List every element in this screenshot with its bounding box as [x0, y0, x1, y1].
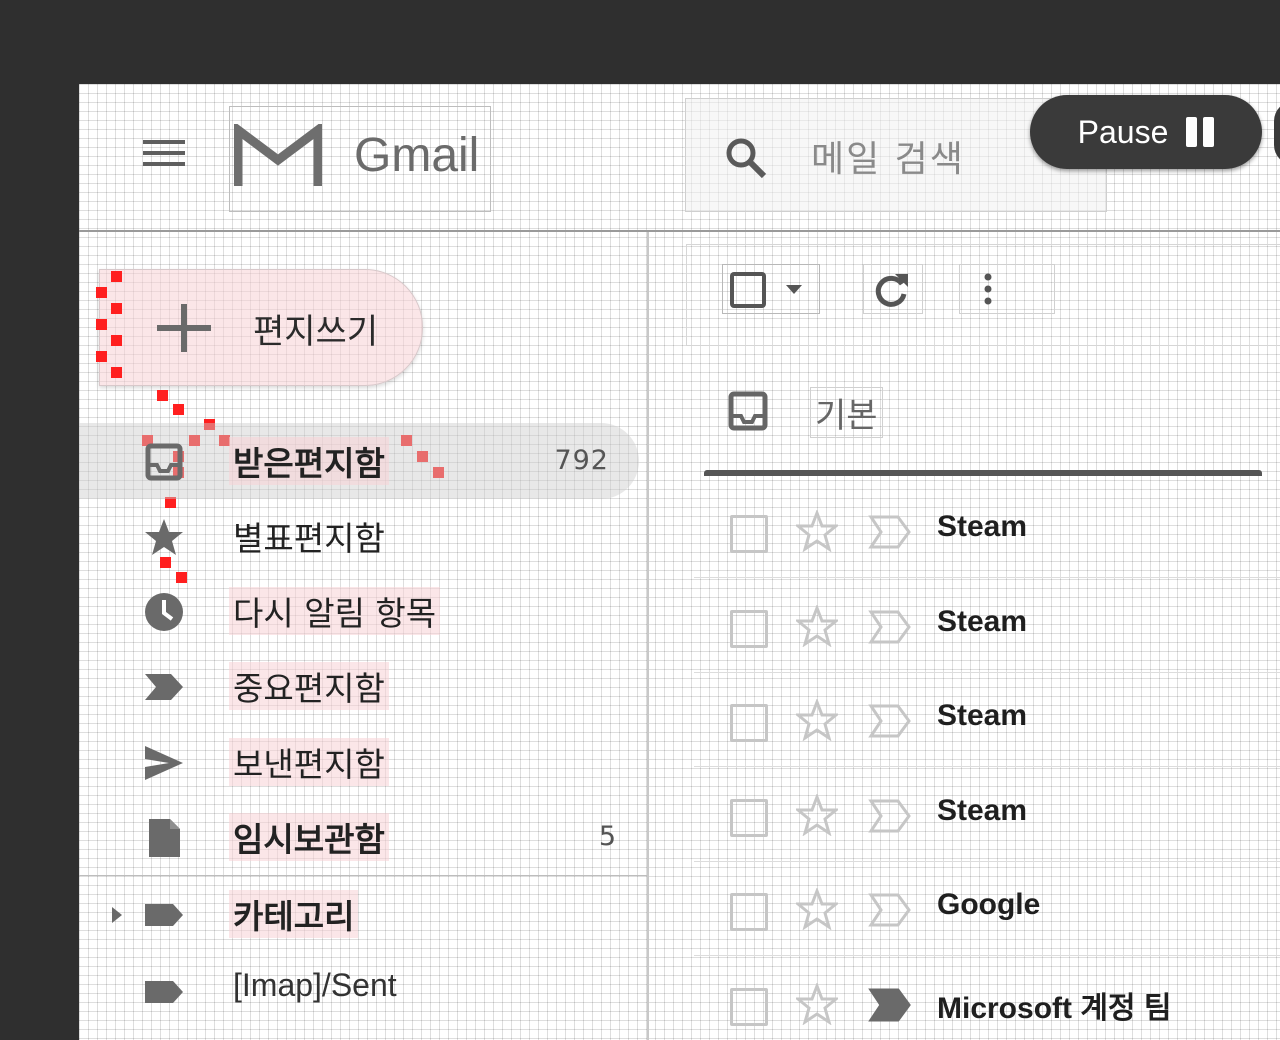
sidebar-item-drafts[interactable]: 임시보관함 5	[79, 799, 647, 875]
row-divider	[694, 861, 1280, 862]
header-divider	[79, 230, 1280, 232]
message-row[interactable]: Steam	[694, 786, 1280, 881]
cursor-trail-marker	[111, 335, 122, 346]
sidebar-item-label: 중요편지함	[229, 662, 389, 710]
sidebar-item-label: 별표편지함	[233, 519, 385, 558]
sidebar-item-inbox[interactable]: 받은편지함 792	[79, 423, 639, 499]
sidebar-item-sent[interactable]: 보낸편지함	[79, 724, 647, 800]
tab-primary[interactable]: 기본	[810, 387, 883, 438]
star-icon[interactable]	[796, 888, 838, 930]
row-checkbox[interactable]	[730, 610, 768, 648]
cursor-trail-marker	[157, 390, 168, 401]
tab-active-indicator	[704, 470, 1262, 476]
row-divider	[694, 577, 1280, 578]
search-icon[interactable]	[724, 136, 768, 180]
cursor-trail-marker	[111, 271, 122, 282]
draft-icon	[149, 819, 180, 857]
important-icon	[145, 674, 183, 700]
sidebar-item-label: [Imap]/Sent	[233, 967, 397, 1003]
star-icon	[145, 519, 183, 555]
row-divider	[694, 672, 1280, 673]
gmail-logo-text[interactable]: Gmail	[354, 128, 479, 183]
sidebar-item-imap-sent[interactable]: [Imap]/Sent	[79, 953, 647, 1029]
refresh-icon	[875, 274, 908, 307]
clock-icon	[145, 593, 183, 631]
sidebar-item-label: 다시 알림 항목	[229, 587, 441, 635]
send-icon	[145, 746, 183, 780]
main-menu-icon[interactable]	[143, 140, 185, 173]
message-row[interactable]: Steam	[694, 502, 1280, 597]
chevron-down-icon[interactable]	[785, 283, 803, 295]
sidebar-item-label: 보낸편지함	[229, 738, 389, 786]
sidebar-item-label: 임시보관함	[229, 813, 389, 861]
sidebar-item-label: 받은편지함	[229, 437, 389, 485]
important-marker-icon[interactable]	[868, 987, 912, 1023]
message-sender: Steam	[937, 699, 1028, 732]
important-marker-icon[interactable]	[868, 892, 912, 928]
star-icon[interactable]	[796, 605, 838, 647]
star-icon[interactable]	[796, 510, 838, 552]
sidebar-item-categories[interactable]: 카테고리	[79, 876, 647, 952]
star-icon[interactable]	[796, 983, 838, 1025]
extra-control-button[interactable]	[1274, 101, 1280, 165]
cursor-trail-marker	[96, 351, 107, 362]
gmail-window: Gmail 메일 검색 Pause 편지쓰기 받은편지함 792 별표편지함 다…	[79, 84, 1280, 1040]
cursor-trail-marker	[173, 404, 184, 415]
compose-button[interactable]: 편지쓰기	[99, 269, 423, 386]
message-sender: Steam	[937, 794, 1028, 827]
row-divider	[694, 766, 1280, 767]
pause-icon	[1186, 117, 1215, 147]
cursor-trail-marker	[96, 319, 107, 330]
inbox-icon	[145, 443, 183, 481]
message-sender: Steam	[937, 605, 1028, 638]
label-icon	[145, 981, 183, 1003]
message-sender: Microsoft 계정 팀	[937, 992, 1172, 1025]
sidebar-item-important[interactable]: 중요편지함	[79, 648, 647, 724]
drafts-count: 5	[598, 821, 617, 852]
gmail-logo-icon[interactable]	[234, 124, 322, 188]
sidebar-item-starred[interactable]: 별표편지함	[79, 498, 647, 574]
refresh-button[interactable]	[863, 264, 923, 314]
row-divider	[694, 955, 1280, 956]
row-checkbox[interactable]	[730, 799, 768, 837]
sidebar-item-label: 카테고리	[229, 890, 359, 938]
compose-label: 편지쓰기	[253, 312, 379, 352]
message-row[interactable]: Steam	[694, 691, 1280, 786]
important-marker-icon[interactable]	[868, 514, 912, 550]
search-input[interactable]: 메일 검색	[811, 130, 965, 182]
message-sender: Steam	[937, 510, 1028, 543]
sidebar-divider	[647, 232, 649, 1040]
row-checkbox[interactable]	[730, 893, 768, 931]
pause-label: Pause	[1077, 113, 1169, 150]
message-row[interactable]: Google	[694, 880, 1280, 975]
important-marker-icon[interactable]	[868, 798, 912, 834]
row-checkbox[interactable]	[730, 704, 768, 742]
cursor-trail-marker	[96, 287, 107, 298]
checkbox-icon[interactable]	[729, 271, 767, 309]
select-all-dropdown[interactable]	[722, 264, 820, 314]
more-options-button[interactable]	[959, 264, 1055, 314]
important-marker-icon[interactable]	[868, 703, 912, 739]
star-icon[interactable]	[796, 794, 838, 836]
label-icon	[145, 904, 183, 926]
cursor-trail-marker	[111, 367, 122, 378]
plus-icon	[155, 304, 213, 352]
important-marker-icon[interactable]	[868, 609, 912, 645]
row-checkbox[interactable]	[730, 988, 768, 1026]
pause-button[interactable]: Pause	[1030, 95, 1262, 169]
inbox-unread-count: 792	[554, 445, 609, 476]
star-icon[interactable]	[796, 699, 838, 741]
message-row[interactable]: Microsoft 계정 팀	[694, 975, 1280, 1040]
message-sender: Google	[937, 888, 1041, 921]
sidebar-item-snoozed[interactable]: 다시 알림 항목	[79, 573, 647, 649]
cursor-trail-marker	[111, 303, 122, 314]
row-checkbox[interactable]	[730, 515, 768, 553]
more-vert-icon	[984, 273, 992, 305]
expand-arrow-icon[interactable]	[111, 906, 123, 924]
message-row[interactable]: Steam	[694, 597, 1280, 692]
primary-tab-icon[interactable]	[728, 391, 768, 431]
